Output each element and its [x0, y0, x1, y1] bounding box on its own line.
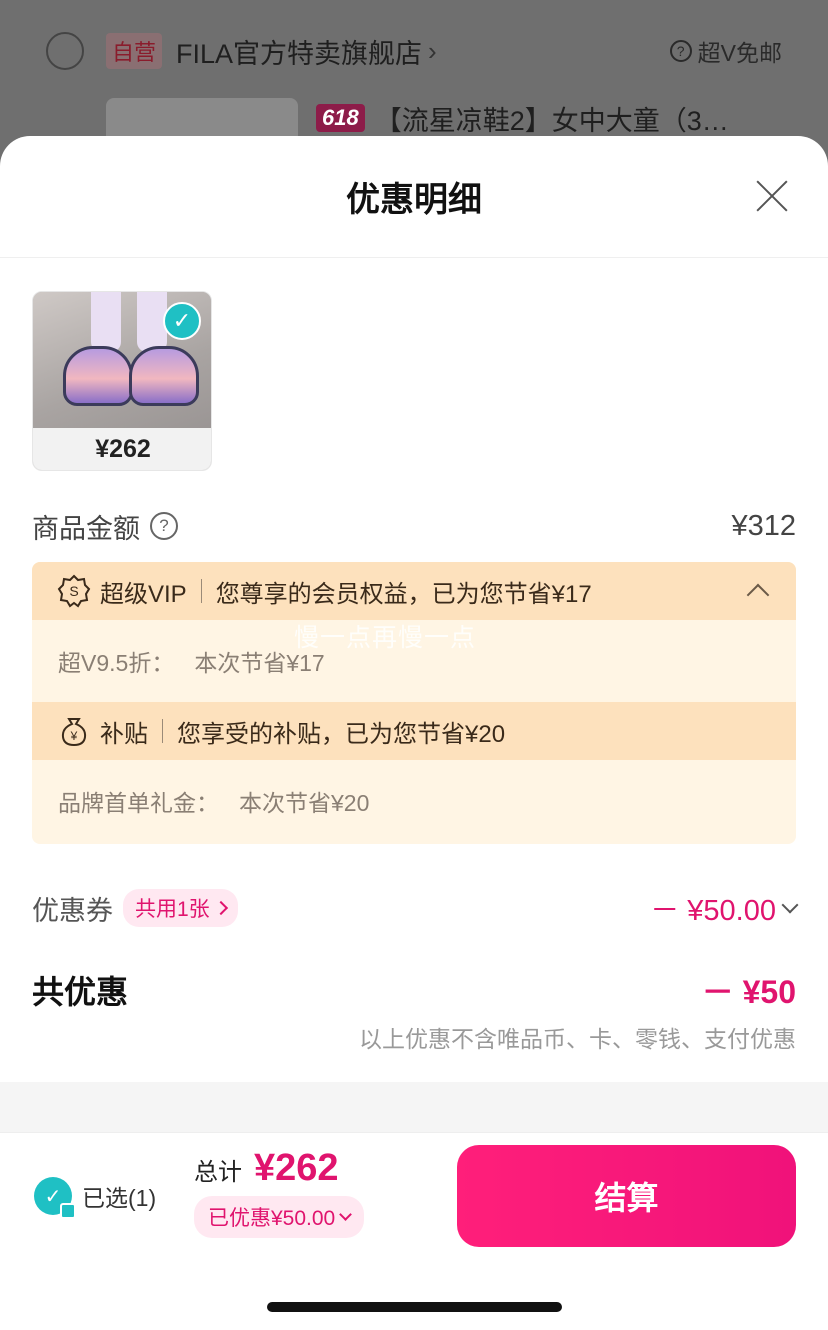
goods-amount-value: ¥312 — [731, 509, 796, 542]
total-discount-label: 共优惠 — [32, 974, 129, 1010]
chevron-down-icon — [339, 1208, 353, 1221]
background-product-row: 618 【流星凉鞋2】女中大童（3… — [106, 98, 782, 138]
coupon-label: 优惠券 — [32, 895, 113, 926]
chevron-right-icon: › — [428, 35, 437, 66]
coupon-value: － ¥50.00 — [650, 895, 776, 927]
coupon-row[interactable]: 优惠券 共用1张 － ¥50.00 — [32, 888, 799, 928]
question-icon: ? — [669, 40, 692, 62]
shipping-help: ? 超V免邮 — [669, 34, 782, 68]
product-price: ¥262 — [33, 428, 211, 470]
benefits-panel: S 超级VIP 您尊享的会员权益，已为您节省¥17 超V9.5折： 本次节省¥1… — [32, 562, 796, 844]
product-card[interactable]: ✓ ¥262 — [32, 291, 212, 471]
vip-detail-key: 超V9.5折： — [58, 650, 175, 676]
chevron-right-icon — [213, 900, 228, 916]
vip-detail-value: 本次节省¥17 — [194, 650, 325, 676]
total-summary: 总计 ¥262 已优惠¥50.00 — [194, 1147, 365, 1238]
total-label: 总计 — [194, 1159, 242, 1186]
selected-count: 已选(1) — [82, 1185, 157, 1211]
check-icon: ✓ — [163, 302, 201, 340]
home-indicator — [267, 1302, 562, 1312]
checkout-button[interactable]: 结算 — [457, 1145, 796, 1247]
background-product-thumb — [106, 98, 298, 138]
saved-amount-pill[interactable]: 已优惠¥50.00 — [194, 1196, 365, 1238]
chevron-up-icon[interactable] — [746, 583, 770, 607]
subsidy-benefit-name: 补贴 — [100, 720, 148, 748]
coupon-count-label: 共用1张 — [135, 898, 210, 921]
shipping-help-label: 超V免邮 — [697, 40, 782, 66]
vip-benefit-name: 超级VIP — [100, 580, 187, 608]
sheet-title: 优惠明细 — [346, 181, 482, 219]
discount-detail-sheet: 优惠明细 ✓ ¥262 商品金额 ? ¥312 S 超级VIP 您尊享的会员权益… — [0, 136, 828, 1330]
discount-note: 以上优惠不含唯品币、卡、零钱、支付优惠 — [359, 1026, 796, 1052]
store-name: FILA官方特卖旗舰店 — [176, 38, 423, 69]
money-bag-icon: ¥ — [56, 713, 92, 749]
lock-icon — [60, 1203, 76, 1219]
promo-badge: 618 — [316, 104, 365, 132]
question-icon[interactable]: ? — [150, 512, 178, 540]
subsidy-benefit-detail: 品牌首单礼金： 本次节省¥20 — [32, 760, 796, 842]
subsidy-benefit-desc: 您享受的补贴，已为您节省¥20 — [177, 720, 506, 748]
coupon-count-pill[interactable]: 共用1张 — [123, 889, 238, 927]
store-select-radio — [46, 32, 84, 70]
subsidy-detail-value: 本次节省¥20 — [239, 790, 370, 816]
background-store-row: 自营 FILA官方特卖旗舰店 › ? 超V免邮 — [46, 28, 782, 74]
divider-band — [0, 1082, 828, 1132]
total-value: ¥262 — [254, 1147, 339, 1189]
goods-amount-label: 商品金额 — [32, 513, 140, 544]
chevron-down-icon[interactable] — [781, 896, 799, 914]
subsidy-detail-key: 品牌首单礼金： — [58, 790, 219, 816]
svg-text:¥: ¥ — [70, 729, 78, 743]
svg-text:S: S — [69, 583, 78, 599]
selected-toggle[interactable]: ✓ 已选(1) — [34, 1177, 157, 1219]
vip-benefit-header[interactable]: S 超级VIP 您尊享的会员权益，已为您节省¥17 — [32, 562, 796, 620]
vip-badge-icon: S — [56, 573, 92, 609]
goods-amount-row: 商品金额 ? ¥312 — [32, 506, 796, 546]
vip-benefit-detail: 超V9.5折： 本次节省¥17 — [32, 620, 796, 702]
store-tag: 自营 — [106, 33, 163, 69]
vip-benefit-desc: 您尊享的会员权益，已为您节省¥17 — [215, 580, 592, 608]
check-icon: ✓ — [34, 1177, 76, 1219]
checkout-bar: ✓ 已选(1) 总计 ¥262 已优惠¥50.00 结算 — [0, 1132, 828, 1330]
total-discount-value: － ¥50 — [701, 974, 796, 1010]
total-discount-row: 共优惠 － ¥50 — [32, 968, 796, 1012]
close-icon[interactable] — [754, 178, 790, 214]
sheet-header: 优惠明细 — [0, 136, 828, 258]
subsidy-benefit-header[interactable]: ¥ 补贴 您享受的补贴，已为您节省¥20 — [32, 702, 796, 760]
background-product-title: 【流星凉鞋2】女中大童（3… — [374, 105, 729, 136]
saved-amount-label: 已优惠¥50.00 — [208, 1207, 336, 1230]
